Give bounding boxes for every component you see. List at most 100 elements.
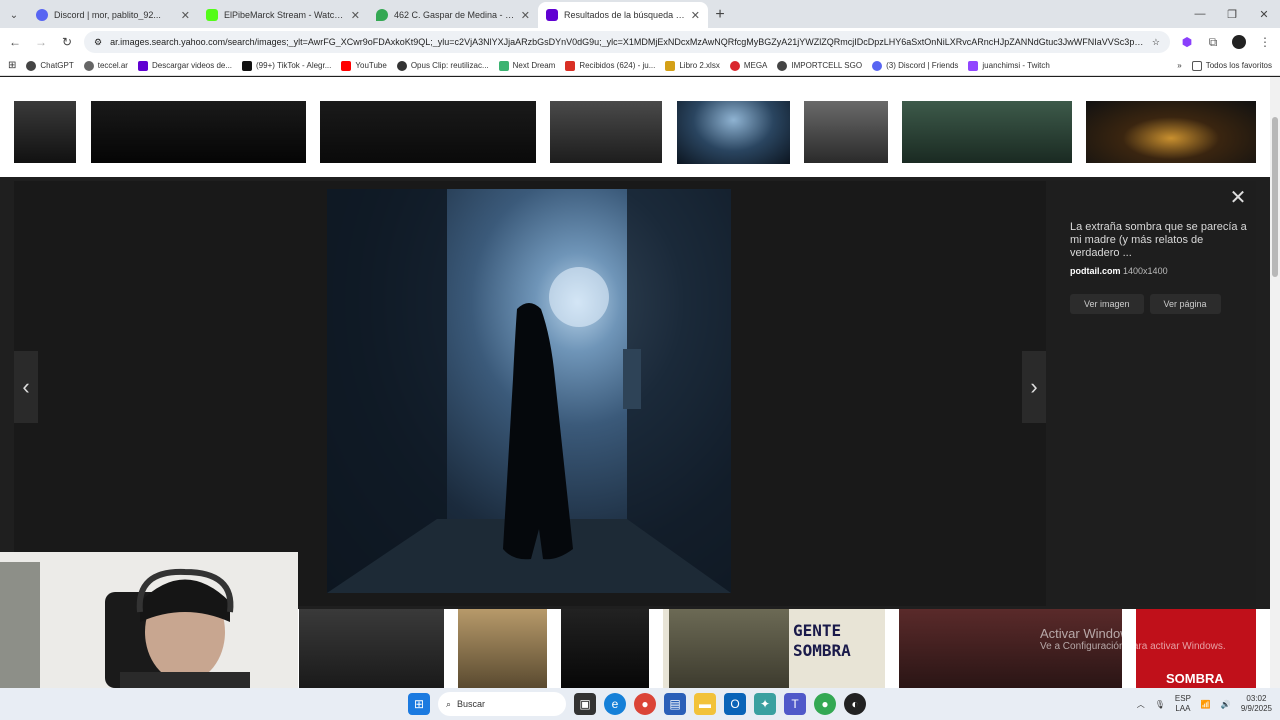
scrollbar-thumb[interactable] [1272,117,1278,277]
bookmark-chatgpt[interactable]: ChatGPT [26,60,74,71]
streamer-webcam-image [0,552,298,688]
bookmark-star-icon[interactable]: ☆ [1152,37,1160,48]
result-thumbnail[interactable] [902,101,1072,163]
volume-icon[interactable]: 🔊 [1221,700,1231,709]
bookmark-twitch[interactable]: juanchimsi - Twitch [968,60,1050,71]
prev-image-button[interactable]: ‹ [14,351,38,423]
result-thumbnail[interactable] [299,609,444,688]
bookmark-label: Recibidos (624) - ju... [579,61,656,70]
result-thumbnail[interactable] [14,101,76,163]
wifi-icon[interactable]: 📶 [1201,700,1211,709]
tab-kick-stream[interactable]: ElPibeMarck Stream - Watch Li... ✕ [198,2,368,28]
mega-icon [729,60,740,71]
close-tab-icon[interactable]: ✕ [691,9,700,22]
taskbar-search[interactable]: ⌕ Buscar [438,692,566,716]
address-toolbar: ← → ↻ ⚙ ar.images.search.yahoo.com/searc… [0,28,1280,56]
bookmark-nextdream[interactable]: Next Dream [498,60,555,71]
close-tab-icon[interactable]: ✕ [181,9,190,22]
bookmark-label: YouTube [355,61,387,70]
result-thumbnail[interactable] [804,101,888,163]
task-view-icon[interactable]: ▣ [574,693,596,715]
tab-google-maps[interactable]: 462 C. Gaspar de Medina - Goo... ✕ [368,2,538,28]
download-site-icon [137,60,148,71]
maps-pin-icon [376,9,388,21]
apps-grid-icon[interactable]: ⊞ [8,60,16,71]
menu-kebab-icon[interactable]: ⋮ [1256,33,1274,51]
windows-start-icon[interactable]: ⊞ [408,693,430,715]
microphone-icon[interactable]: 🎙 [1155,700,1165,709]
store-icon[interactable]: ▤ [664,693,686,715]
yahoo-icon [546,9,558,21]
close-tab-icon[interactable]: ✕ [351,9,360,22]
language-indicator[interactable]: ESP LAA [1175,694,1191,714]
teams-icon[interactable]: T [784,693,806,715]
view-image-button[interactable]: Ver imagen [1070,294,1144,314]
clock[interactable]: 03:02 9/9/2025 [1241,694,1272,714]
page-scrollbar[interactable] [1270,77,1280,688]
image-title[interactable]: La extraña sombra que se parecía a mi ma… [1070,221,1250,260]
new-tab-button[interactable]: + [708,2,732,28]
bookmark-youtube[interactable]: YouTube [341,60,387,71]
maximize-icon[interactable]: ❐ [1216,0,1248,28]
bookmark-opus[interactable]: Opus Clip: reutilizac... [396,60,489,71]
edge-icon[interactable]: e [604,693,626,715]
system-tray: ︿ 🎙 ESP LAA 📶 🔊 03:02 9/9/2025 [1137,688,1272,720]
extension-icon[interactable]: ⬢ [1178,33,1196,51]
result-thumbnail-selected[interactable] [677,101,790,167]
more-bookmarks-icon[interactable]: » [1177,61,1181,70]
app-icon[interactable]: ◐ [844,693,866,715]
discord-icon [872,60,883,71]
photos-icon[interactable]: ✦ [754,693,776,715]
result-thumbnail[interactable] [458,609,547,688]
discord-icon [36,9,48,21]
result-thumbnail[interactable] [91,101,306,163]
result-thumbnail[interactable] [550,101,662,163]
tab-yahoo-search[interactable]: Resultados de la búsqueda de... ✕ [538,2,708,28]
bookmark-teccel[interactable]: teccel.ar [83,60,128,71]
result-thumbnail[interactable] [320,101,536,163]
webcam-overlay [0,552,298,688]
tab-title: 462 C. Gaspar de Medina - Goo... [394,10,515,20]
next-image-button[interactable]: › [1022,351,1046,423]
close-viewer-icon[interactable]: ✕ [1228,187,1248,209]
source-domain[interactable]: podtail.com [1070,266,1121,276]
tab-discord[interactable]: Discord | mor, pablito_92... ✕ [28,2,198,28]
bookmark-tiktok[interactable]: (99+) TikTok - Alegr... [242,60,332,71]
file-explorer-icon[interactable]: ▬ [694,693,716,715]
bookmark-label: (99+) TikTok - Alegr... [256,61,332,70]
forward-icon[interactable]: → [32,33,50,51]
profile-icon[interactable] [1230,33,1248,51]
bookmark-gmail[interactable]: Recibidos (624) - ju... [565,60,656,71]
extensions-puzzle-icon[interactable]: ⧉ [1204,33,1222,51]
bookmark-mega[interactable]: MEGA [729,60,767,71]
reload-icon[interactable]: ↻ [58,33,76,51]
chrome-active-icon[interactable]: ● [814,693,836,715]
bookmark-libro[interactable]: Libro 2.xlsx [665,60,720,71]
result-thumbnail[interactable] [1086,101,1256,163]
close-window-icon[interactable]: ✕ [1248,0,1280,28]
site-info-icon[interactable]: ⚙ [94,37,102,48]
url-bar[interactable]: ⚙ ar.images.search.yahoo.com/search/imag… [84,31,1170,53]
thumbnail-caption: SOMBRA [1166,671,1224,686]
bookmark-discord[interactable]: (3) Discord | Friends [872,60,958,71]
result-thumbnail-gente-sombra[interactable]: GENTE SOMBRA [663,609,885,688]
view-page-button[interactable]: Ver página [1149,294,1221,314]
image-viewer-panel: ‹ › ✕ La extraña sombra que se parecía a… [14,181,1256,606]
watermark-subtitle: Ve a Configuración para activar Windows. [1040,641,1226,652]
bookmark-descargar[interactable]: Descargar videos de... [137,60,232,71]
close-tab-icon[interactable]: ✕ [521,9,530,22]
preview-image[interactable] [327,189,731,593]
tab-strip: ⌄ Discord | mor, pablito_92... ✕ ElPibeM… [0,0,1280,28]
outlook-icon[interactable]: O [724,693,746,715]
back-icon[interactable]: ← [6,33,24,51]
chevron-up-icon[interactable]: ︿ [1137,699,1145,710]
bookmark-importcell[interactable]: IMPORTCELL SGO [777,60,862,71]
image-dimensions: 1400x1400 [1123,266,1168,276]
tab-search-button[interactable]: ⌄ [0,2,28,28]
minimize-icon[interactable]: — [1184,0,1216,28]
result-thumbnail[interactable] [561,609,649,688]
chrome-icon[interactable]: ● [634,693,656,715]
all-bookmarks-folder[interactable]: Todos los favoritos [1191,60,1272,71]
url-text[interactable]: ar.images.search.yahoo.com/search/images… [110,37,1144,47]
nextdream-icon [498,60,509,71]
